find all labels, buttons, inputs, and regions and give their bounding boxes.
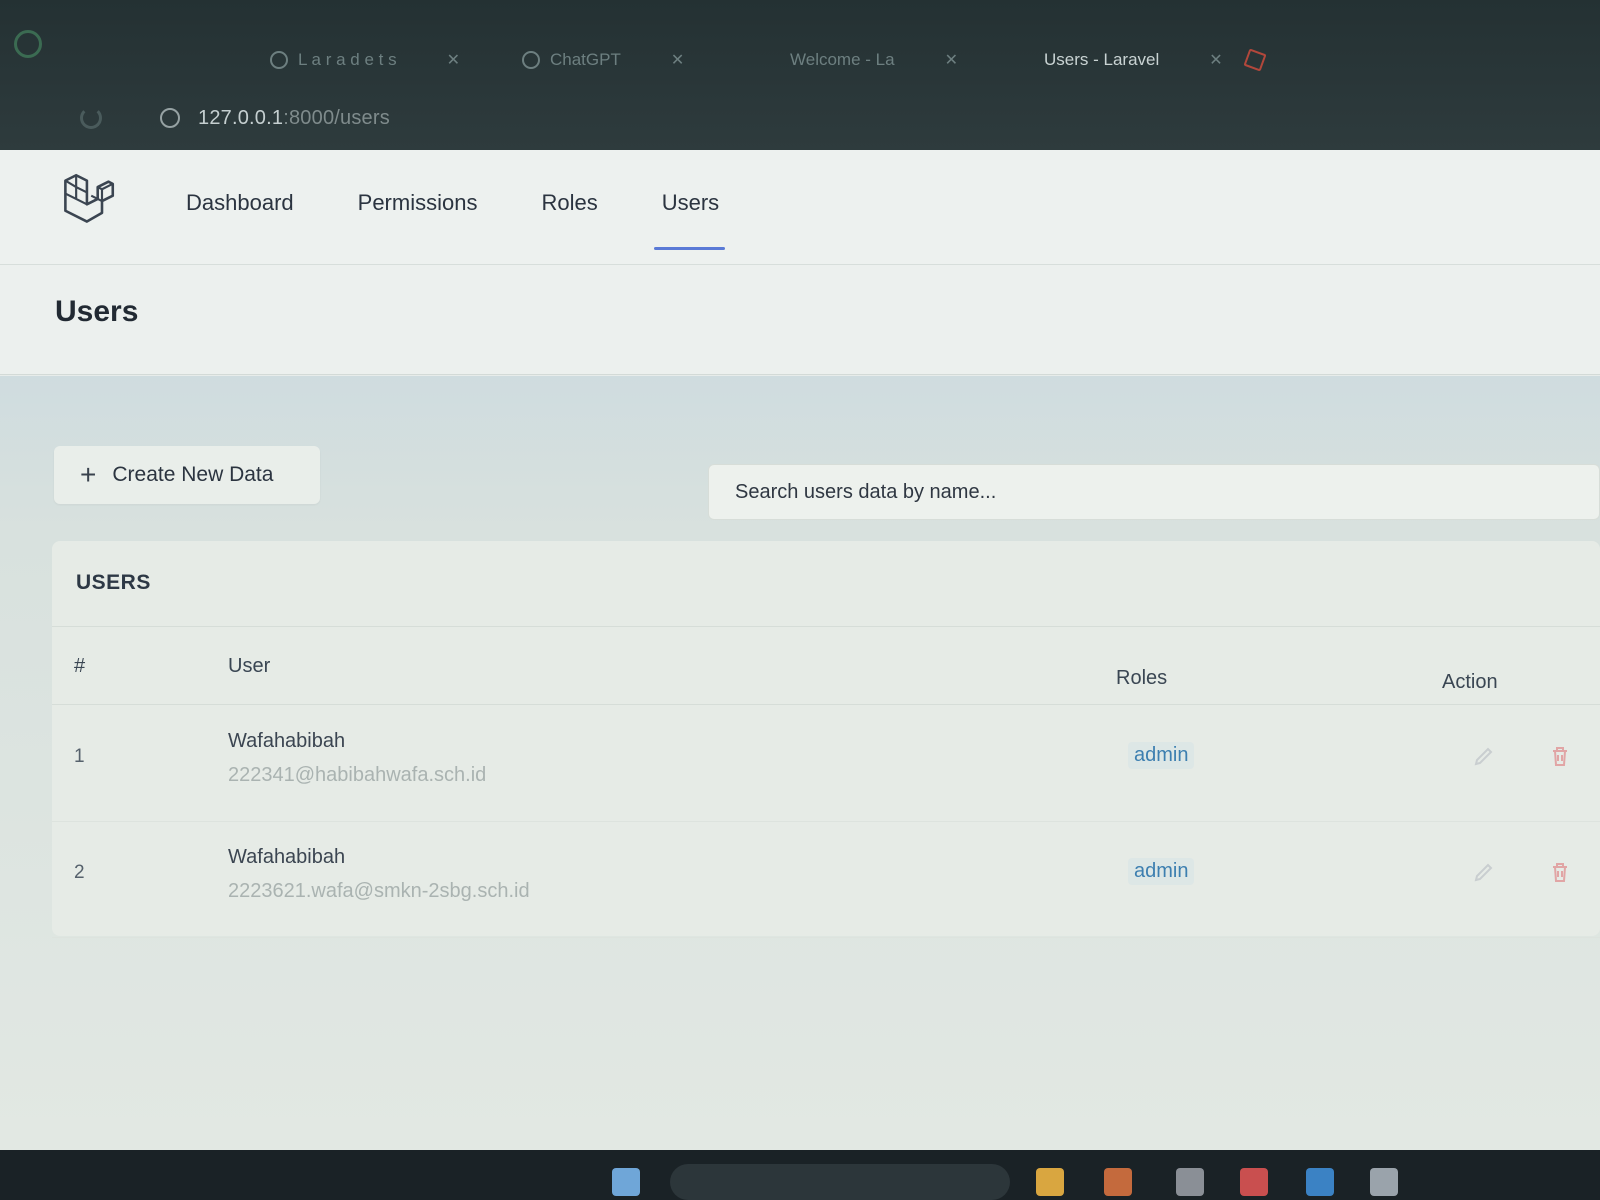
app-icon[interactable] bbox=[1370, 1168, 1398, 1196]
role-badge: admin bbox=[1128, 742, 1195, 769]
nav-users[interactable]: Users bbox=[653, 190, 726, 250]
page-header: Users bbox=[0, 265, 1600, 375]
windows-start-icon[interactable] bbox=[612, 1168, 640, 1196]
create-new-data-button[interactable]: + Create New Data bbox=[54, 446, 320, 504]
page: Dashboard Permissions Roles Users Users … bbox=[0, 150, 1600, 1150]
page-title: Users bbox=[55, 295, 139, 328]
url-host: 127.0.0.1 bbox=[198, 106, 284, 129]
user-email: 2223621.wafa@smkn-2sbg.sch.id bbox=[228, 880, 530, 902]
folder-icon[interactable] bbox=[1036, 1168, 1064, 1196]
chatgpt-icon bbox=[522, 51, 540, 69]
col-user: User bbox=[228, 655, 271, 677]
laravel-icon bbox=[1243, 48, 1267, 72]
laravel-logo-icon[interactable] bbox=[60, 172, 116, 228]
tab-label: Users - Laravel bbox=[1044, 50, 1160, 69]
tab-label: L a r a d e t s bbox=[298, 50, 397, 69]
main-nav: Dashboard Permissions Roles Users bbox=[186, 190, 726, 250]
col-action: Action bbox=[1442, 671, 1498, 693]
github-icon bbox=[270, 51, 288, 69]
row-number: 1 bbox=[74, 746, 85, 767]
url-text[interactable]: 127.0.0.1:8000/users bbox=[198, 107, 390, 130]
tab-close-icon[interactable]: ✕ bbox=[945, 50, 958, 70]
browser-chrome: L a r a d e t s ✕ ChatGPT ✕ Welcome - La… bbox=[0, 0, 1600, 150]
address-bar[interactable]: 127.0.0.1:8000/users bbox=[80, 96, 390, 140]
tab-label: ChatGPT bbox=[550, 50, 621, 69]
site-info-icon[interactable] bbox=[160, 108, 180, 128]
tab-label: Welcome - La bbox=[790, 50, 895, 69]
user-name: Wafahabibah bbox=[228, 846, 346, 868]
trash-icon[interactable] bbox=[1548, 860, 1572, 884]
row-number: 2 bbox=[74, 862, 85, 883]
users-card: USERS # User Roles Action 1 Wafahabibah … bbox=[52, 541, 1600, 938]
tab-close-icon[interactable]: ✕ bbox=[447, 50, 460, 70]
table-row: 1 Wafahabibah 222341@habibahwafa.sch.id … bbox=[52, 706, 1600, 822]
table-row: 2 Wafahabibah 2223621.wafa@smkn-2sbg.sch… bbox=[52, 822, 1600, 938]
content-area: + Create New Data USERS # User Roles Act… bbox=[0, 376, 1600, 1150]
nav-permissions[interactable]: Permissions bbox=[358, 190, 478, 250]
whatsapp-icon[interactable] bbox=[14, 30, 42, 58]
taskbar-search[interactable] bbox=[670, 1164, 1010, 1200]
col-number: # bbox=[74, 655, 86, 677]
tab-2[interactable]: ChatGPT ✕ bbox=[522, 40, 684, 80]
edit-icon[interactable] bbox=[1472, 860, 1496, 884]
vscode-icon[interactable] bbox=[1306, 1168, 1334, 1196]
nav-dashboard[interactable]: Dashboard bbox=[186, 190, 294, 250]
reload-icon[interactable] bbox=[80, 107, 102, 129]
create-button-label: Create New Data bbox=[112, 463, 274, 486]
role-badge: admin bbox=[1128, 858, 1195, 885]
top-navbar: Dashboard Permissions Roles Users bbox=[0, 150, 1600, 265]
edit-icon[interactable] bbox=[1472, 744, 1496, 768]
user-email: 222341@habibahwafa.sch.id bbox=[228, 764, 487, 786]
os-taskbar bbox=[0, 1150, 1600, 1200]
tab-3[interactable]: Welcome - La ✕ bbox=[790, 40, 958, 80]
url-path: :8000/users bbox=[283, 106, 390, 129]
plus-icon: + bbox=[80, 459, 97, 490]
tab-4[interactable]: Users - Laravel ✕ bbox=[1044, 40, 1223, 80]
app-icon[interactable] bbox=[1176, 1168, 1204, 1196]
app-icon[interactable] bbox=[1240, 1168, 1268, 1196]
app-icon[interactable] bbox=[1104, 1168, 1132, 1196]
search-input[interactable] bbox=[708, 464, 1600, 520]
trash-icon[interactable] bbox=[1548, 744, 1572, 768]
tab-close-icon[interactable]: ✕ bbox=[671, 50, 684, 70]
card-title: USERS bbox=[76, 571, 151, 594]
table-header: # User Roles Action bbox=[52, 627, 1600, 705]
col-roles: Roles bbox=[1116, 667, 1168, 689]
nav-roles[interactable]: Roles bbox=[541, 190, 597, 250]
tab-close-icon[interactable]: ✕ bbox=[1209, 50, 1222, 70]
tab-1[interactable]: L a r a d e t s ✕ bbox=[270, 40, 460, 80]
tab-bar: L a r a d e t s ✕ ChatGPT ✕ Welcome - La… bbox=[0, 22, 1600, 80]
tab-5[interactable] bbox=[1243, 40, 1267, 80]
user-name: Wafahabibah bbox=[228, 730, 346, 752]
